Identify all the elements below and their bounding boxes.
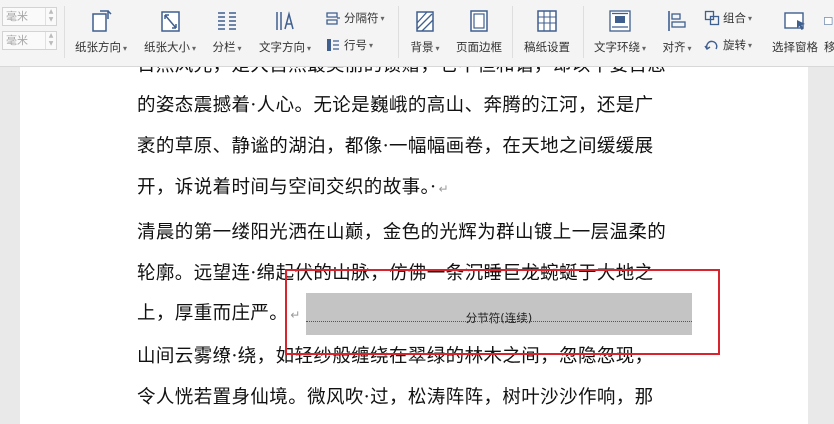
line-number-label: 行号 — [344, 38, 367, 52]
line-text: 清晨的第一缕阳光洒在山巅，金色的光辉为群山镀上一层温柔的 — [137, 222, 667, 243]
divider — [64, 6, 65, 58]
manuscript-grid-icon — [537, 10, 557, 32]
chevron-down-icon: ▾ — [369, 40, 374, 50]
separator-label: 分隔符 — [344, 11, 379, 25]
line-text: 山间云雾缭·绕，如轻纱般缠绕在翠绿的林木之间，忽隐忽现， — [137, 346, 654, 367]
text-direction-icon — [276, 11, 294, 30]
line-text: 袤的草原、静谧的湖泊，都像·一幅幅画卷，在天地之间缓缓展 — [137, 136, 654, 157]
line-text: 令人恍若置身仙境。微风吹·过，松涛阵阵，树叶沙沙作响，那 — [137, 387, 654, 408]
columns-label: 分栏 — [212, 40, 236, 54]
text-line[interactable]: 清晨的第一缕阳光洒在山巅，金色的光辉为群山镀上一层温柔的 — [137, 218, 697, 248]
section-break-continuous[interactable]: 分节符(连续) — [306, 293, 692, 335]
line-text: 上，厚重而庄严。 — [137, 303, 289, 324]
text-line[interactable]: 开，诉说着时间与空间交织的故事。· ↵ — [137, 173, 697, 203]
unit-label-bottom: 毫米 — [6, 34, 28, 47]
align-label: 对齐 — [662, 40, 686, 54]
chevron-down-icon: ▾ — [748, 13, 753, 23]
paragraph-mark-icon: ↵ — [290, 308, 301, 322]
group-button[interactable]: 组合 ▾ — [704, 9, 752, 27]
text-line[interactable]: 袤的草原、静谧的湖泊，都像·一幅幅画卷，在天地之间缓缓展 — [137, 132, 697, 162]
manuscript-settings-label: 稿纸设置 — [524, 40, 570, 54]
rotate-label: 旋转 — [723, 38, 746, 52]
separator-icon — [326, 12, 340, 25]
paper-size-button[interactable]: 纸张大小 ▾ — [141, 8, 199, 55]
spinner-icon[interactable]: ▲ ▼ — [45, 8, 56, 25]
ribbon-toolbar: 毫米 ▲ ▼ 毫米 ▲ ▼ 纸张方向 ▾ 纸张大小 ▾ 分栏 ▾ 文字方向 ▾ … — [0, 0, 834, 67]
text-wrap-label: 文字环绕 — [593, 40, 640, 54]
margin-unit-field-top[interactable]: 毫米 ▲ ▼ — [2, 7, 57, 26]
paper-size-label: 纸张大小 — [143, 40, 190, 54]
text-direction-label: 文字方向 — [258, 40, 305, 54]
divider — [398, 6, 399, 58]
document-page[interactable]: 日照风光，是大自然最美丽的馈赠，它不但和谐，却以千姿百态 的姿态震撼着·人心。无… — [20, 67, 808, 424]
background-label: 背景 — [410, 40, 434, 54]
margin-unit-field-bottom[interactable]: 毫米 ▲ ▼ — [2, 31, 57, 50]
chevron-down-icon: ▾ — [191, 44, 196, 53]
unit-label-top: 毫米 — [6, 10, 28, 23]
rotate-icon — [704, 40, 718, 50]
columns-button[interactable]: 分栏 ▾ — [207, 8, 247, 55]
chevron-down-icon: ▾ — [122, 44, 127, 53]
page-border-button[interactable]: 页面边框 — [452, 8, 506, 55]
line-text: 开，诉说着时间与空间交织的故事。· — [137, 177, 437, 198]
move-icon — [824, 17, 833, 25]
align-button[interactable]: 对齐 ▾ — [657, 8, 697, 55]
text-line-partial[interactable]: 日照风光，是大自然最美丽的馈赠，它不但和谐，却以千姿百态 — [137, 67, 697, 81]
line-text: 轮廓。远望连·绵起伏的山脉，仿佛一条沉睡巨龙蜿蜒于大地之 — [137, 263, 654, 284]
chevron-down-icon: ▾ — [748, 40, 753, 50]
chevron-down-icon: ▾ — [435, 44, 440, 53]
page-border-label: 页面边框 — [456, 40, 502, 54]
align-icon — [668, 11, 686, 31]
chevron-down-icon: ▾ — [380, 13, 385, 23]
text-line[interactable]: 山间云雾缭·绕，如轻纱般缠绕在翠绿的林木之间，忽隐忽现， — [137, 342, 697, 372]
paper-direction-label: 纸张方向 — [74, 40, 121, 54]
chevron-down-icon: ▾ — [641, 44, 646, 53]
paper-direction-button[interactable]: 纸张方向 ▾ — [72, 8, 130, 55]
selection-pane-icon — [784, 12, 805, 30]
text-line[interactable]: 轮廓。远望连·绵起伏的山脉，仿佛一条沉睡巨龙蜿蜒于大地之 — [137, 259, 697, 289]
columns-icon — [218, 12, 236, 30]
manuscript-settings-button[interactable]: 稿纸设置 — [518, 8, 576, 55]
section-break-label: 分节符(连续) — [465, 311, 533, 325]
group-icon — [704, 10, 720, 26]
line-text: 日照风光，是大自然最美丽的馈赠，它不但和谐，却以千姿百态 — [137, 67, 666, 76]
divider — [583, 6, 584, 58]
rotate-button[interactable]: 旋转 ▾ — [704, 36, 752, 54]
separator-button[interactable]: 分隔符 ▾ — [325, 9, 385, 27]
line-number-icon — [327, 39, 339, 51]
background-icon — [416, 11, 434, 32]
text-line[interactable]: 的姿态震撼着·人心。无论是巍峨的高山、奔腾的江河，还是广 — [137, 91, 697, 121]
chevron-down-icon: ▾ — [306, 44, 311, 53]
text-direction-button[interactable]: 文字方向 ▾ — [255, 8, 315, 55]
selection-pane-button[interactable]: 选择窗格 — [767, 8, 823, 55]
move-label: 移 — [824, 40, 834, 54]
chevron-down-icon: ▾ — [237, 44, 242, 53]
paragraph-mark-icon: ↵ — [438, 182, 449, 196]
text-wrap-icon — [609, 10, 631, 32]
line-number-button[interactable]: 行号 ▾ — [325, 36, 373, 54]
background-button[interactable]: 背景 ▾ — [405, 8, 445, 55]
group-label: 组合 — [723, 11, 746, 25]
paper-direction-icon — [92, 10, 112, 32]
line-text: 的姿态震撼着·人心。无论是巍峨的高山、奔腾的江河，还是广 — [137, 95, 654, 116]
move-button-partial[interactable]: 移 — [824, 8, 834, 55]
divider — [512, 6, 513, 58]
text-wrap-button[interactable]: 文字环绕 ▾ — [589, 8, 651, 55]
text-line[interactable]: 令人恍若置身仙境。微风吹·过，松涛阵阵，树叶沙沙作响，那 — [137, 383, 697, 413]
page-border-icon — [470, 10, 488, 32]
selection-pane-label: 选择窗格 — [772, 40, 818, 54]
spinner-icon[interactable]: ▲ ▼ — [45, 32, 56, 49]
chevron-down-icon: ▾ — [687, 44, 692, 53]
paper-size-icon — [161, 11, 180, 32]
